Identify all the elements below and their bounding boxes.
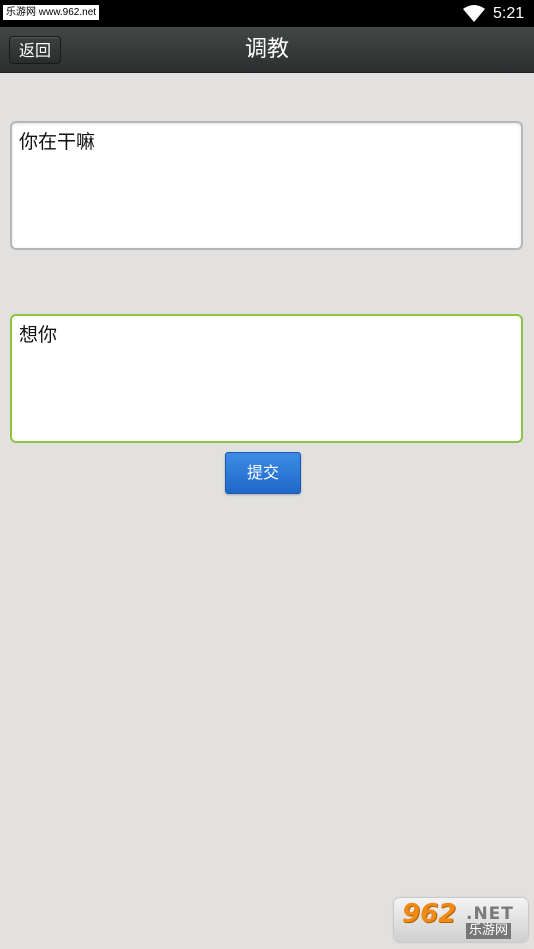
logo-name: 乐游网 [466,923,512,939]
status-bar: 乐游网 www.962.net 5:21 [0,0,534,27]
answer-input[interactable]: 想你 [10,314,523,443]
wifi-icon [463,5,485,22]
logo-number: 962 [402,899,457,929]
site-logo: 962 .NET 乐游网 [394,898,528,942]
watermark-text: 乐游网 www.962.net [3,5,100,20]
question-input[interactable]: 你在干嘛 [10,121,523,250]
clock: 5:21 [493,5,525,22]
page-title: 调教 [244,37,289,62]
title-bar: 调教 返回 [0,27,534,73]
submit-button[interactable]: 提交 [225,452,301,494]
back-button[interactable]: 返回 [9,36,61,64]
logo-suffix: .NET [466,904,514,924]
